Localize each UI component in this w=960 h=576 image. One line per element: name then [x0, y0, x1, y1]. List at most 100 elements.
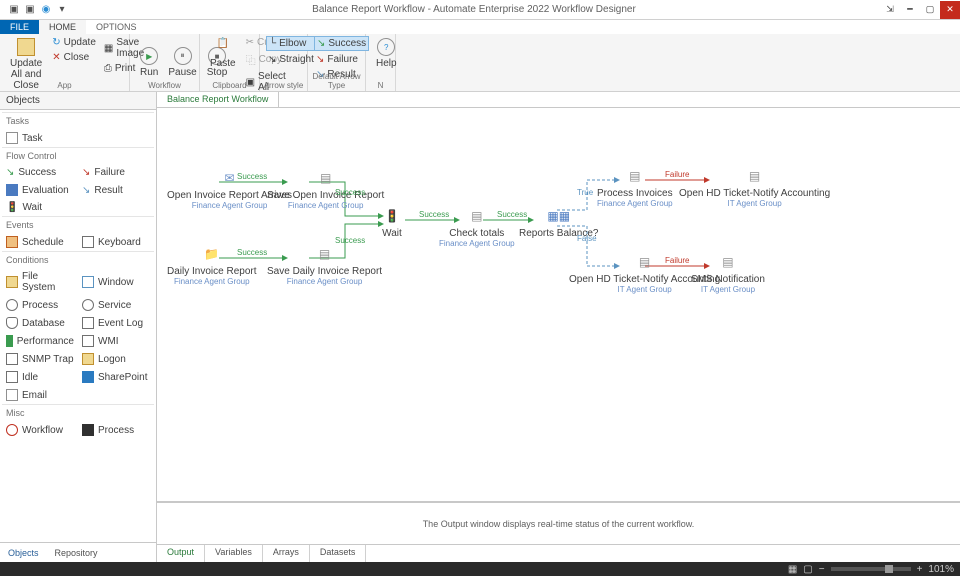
arrow-label-success: Success — [237, 172, 267, 181]
zoom-in-icon[interactable]: + — [917, 564, 923, 575]
window-title: Balance Report Workflow - Automate Enter… — [68, 4, 880, 15]
output-tab-datasets[interactable]: Datasets — [310, 545, 367, 562]
obj-success[interactable]: ↘Success — [2, 164, 78, 181]
obj-wmi[interactable]: WMI — [78, 332, 154, 350]
gear-icon — [6, 299, 18, 311]
email-icon — [6, 389, 18, 401]
refresh-icon: ↻ — [52, 37, 60, 48]
output-tab-variables[interactable]: Variables — [205, 545, 263, 562]
eventlog-icon — [82, 317, 94, 329]
paste-button[interactable]: 📋Paste — [206, 36, 240, 71]
arrow-label-success: Success — [497, 210, 527, 219]
obj-workflow[interactable]: Workflow — [2, 421, 78, 439]
status-view-icon[interactable]: ▦ — [788, 564, 797, 575]
node-sms-notification[interactable]: ▤SMS NotificationIT Agent Group — [691, 252, 765, 294]
node-process-invoices[interactable]: ▤Process InvoicesFinance Agent Group — [597, 166, 673, 208]
help-icon: ? — [377, 38, 395, 56]
evaluation-icon — [6, 184, 18, 196]
wmi-icon — [82, 335, 94, 347]
print-icon: ⎙ — [104, 63, 112, 74]
failure-arrow-button[interactable]: ↘Failure — [314, 53, 369, 66]
help-button[interactable]: ?Help — [372, 36, 401, 71]
obj-failure[interactable]: ↘Failure — [78, 164, 154, 181]
obj-eventlog[interactable]: Event Log — [78, 314, 154, 332]
task-icon — [6, 132, 18, 144]
tab-home[interactable]: HOME — [39, 20, 86, 34]
pause-icon: ⏸ — [174, 47, 192, 65]
obj-snmptrap[interactable]: SNMP Trap — [2, 350, 78, 368]
obj-process[interactable]: Process — [2, 296, 78, 314]
cut-icon: ✂ — [246, 37, 254, 48]
close-button[interactable]: ✕ — [940, 1, 960, 19]
maximize-button[interactable]: ▢ — [920, 1, 940, 19]
output-message: The Output window displays real-time sta… — [157, 503, 960, 544]
obj-window[interactable]: Window — [78, 268, 154, 296]
arrow-label-false: False — [577, 234, 597, 243]
obj-evaluation[interactable]: Evaluation — [2, 181, 78, 199]
obj-filesystem[interactable]: File System — [2, 268, 78, 296]
node-wait[interactable]: 🚦Wait — [381, 206, 403, 239]
output-tab-output[interactable]: Output — [157, 545, 205, 562]
success-arrow-icon: ↘ — [6, 167, 14, 178]
run-button[interactable]: ▶Run — [136, 45, 162, 80]
obj-performance[interactable]: Performance — [2, 332, 78, 350]
obj-idle[interactable]: Idle — [2, 368, 78, 386]
straight-icon: ↘ — [268, 54, 276, 65]
workflow-icon — [6, 424, 18, 436]
arrow-label-success: Success — [335, 188, 365, 197]
save2-icon[interactable]: ▣ — [24, 4, 36, 16]
qat-dropdown-icon[interactable]: ▾ — [56, 4, 68, 16]
pin-icon[interactable]: ⇲ — [880, 1, 900, 19]
minimize-button[interactable]: ━ — [900, 1, 920, 19]
node-save-open-invoice[interactable]: ▤Save Open Invoice ReportFinance Agent G… — [267, 168, 384, 210]
copy-icon: ⿻ — [246, 52, 256, 67]
lefttab-objects[interactable]: Objects — [0, 545, 47, 561]
doc5-icon: ▤ — [744, 166, 766, 186]
obj-email[interactable]: Email — [2, 386, 78, 404]
pause-button[interactable]: ⏸Pause — [164, 45, 200, 80]
section-conditions: Conditions — [2, 251, 154, 268]
obj-task[interactable]: Task — [2, 129, 78, 147]
node-hd-ticket-accounting-top[interactable]: ▤Open HD Ticket-Notify AccountingIT Agen… — [679, 166, 830, 208]
keyboard-icon — [82, 236, 94, 248]
objects-panel-header: Objects — [0, 92, 156, 110]
play-icon: ▶ — [140, 47, 158, 65]
logon-icon — [82, 353, 94, 365]
obj-misc-process[interactable]: Process — [78, 421, 154, 439]
workflow-canvas[interactable]: ✉Open Invoice Report ArrivesFinance Agen… — [157, 108, 960, 502]
close-workflow-button[interactable]: ✕Close — [50, 51, 98, 64]
tab-file[interactable]: FILE — [0, 20, 39, 34]
schedule-icon — [6, 236, 18, 248]
success-arrow-button[interactable]: ↘Success — [314, 36, 369, 51]
obj-wait[interactable]: 🚦Wait — [2, 199, 78, 216]
group-app: App — [0, 81, 129, 90]
process2-icon — [82, 424, 94, 436]
status-view2-icon[interactable]: ▢ — [803, 564, 812, 575]
output-tab-arrays[interactable]: Arrays — [263, 545, 310, 562]
image-icon: ▦ — [104, 43, 113, 54]
zoom-out-icon[interactable]: − — [819, 564, 825, 575]
obj-schedule[interactable]: Schedule — [2, 233, 78, 251]
document-tab[interactable]: Balance Report Workflow — [157, 92, 279, 107]
folder-event-icon: 📁 — [201, 244, 223, 264]
obj-result[interactable]: ↘Result — [78, 181, 154, 199]
node-save-daily-invoice[interactable]: ▤Save Daily Invoice ReportFinance Agent … — [267, 244, 382, 286]
obj-sharepoint[interactable]: SharePoint — [78, 368, 154, 386]
lefttab-repository[interactable]: Repository — [47, 545, 106, 561]
database-icon — [6, 317, 18, 329]
qat-icon[interactable]: ◉ — [40, 4, 52, 16]
save-icon[interactable]: ▣ — [8, 4, 20, 16]
obj-service[interactable]: Service — [78, 296, 154, 314]
doc3-icon: ▤ — [466, 206, 488, 226]
obj-database[interactable]: Database — [2, 314, 78, 332]
idle-icon — [6, 371, 18, 383]
arrow-label-failure: Failure — [665, 170, 689, 179]
tab-options[interactable]: OPTIONS — [86, 20, 147, 34]
doc7-icon: ▤ — [717, 252, 739, 272]
zoom-slider[interactable] — [831, 567, 911, 571]
obj-logon[interactable]: Logon — [78, 350, 154, 368]
update-button[interactable]: ↻Update — [50, 36, 98, 49]
group-default-arrow: Default Arrow Type — [308, 72, 365, 90]
arrow-label-success: Success — [419, 210, 449, 219]
obj-keyboard[interactable]: Keyboard — [78, 233, 154, 251]
